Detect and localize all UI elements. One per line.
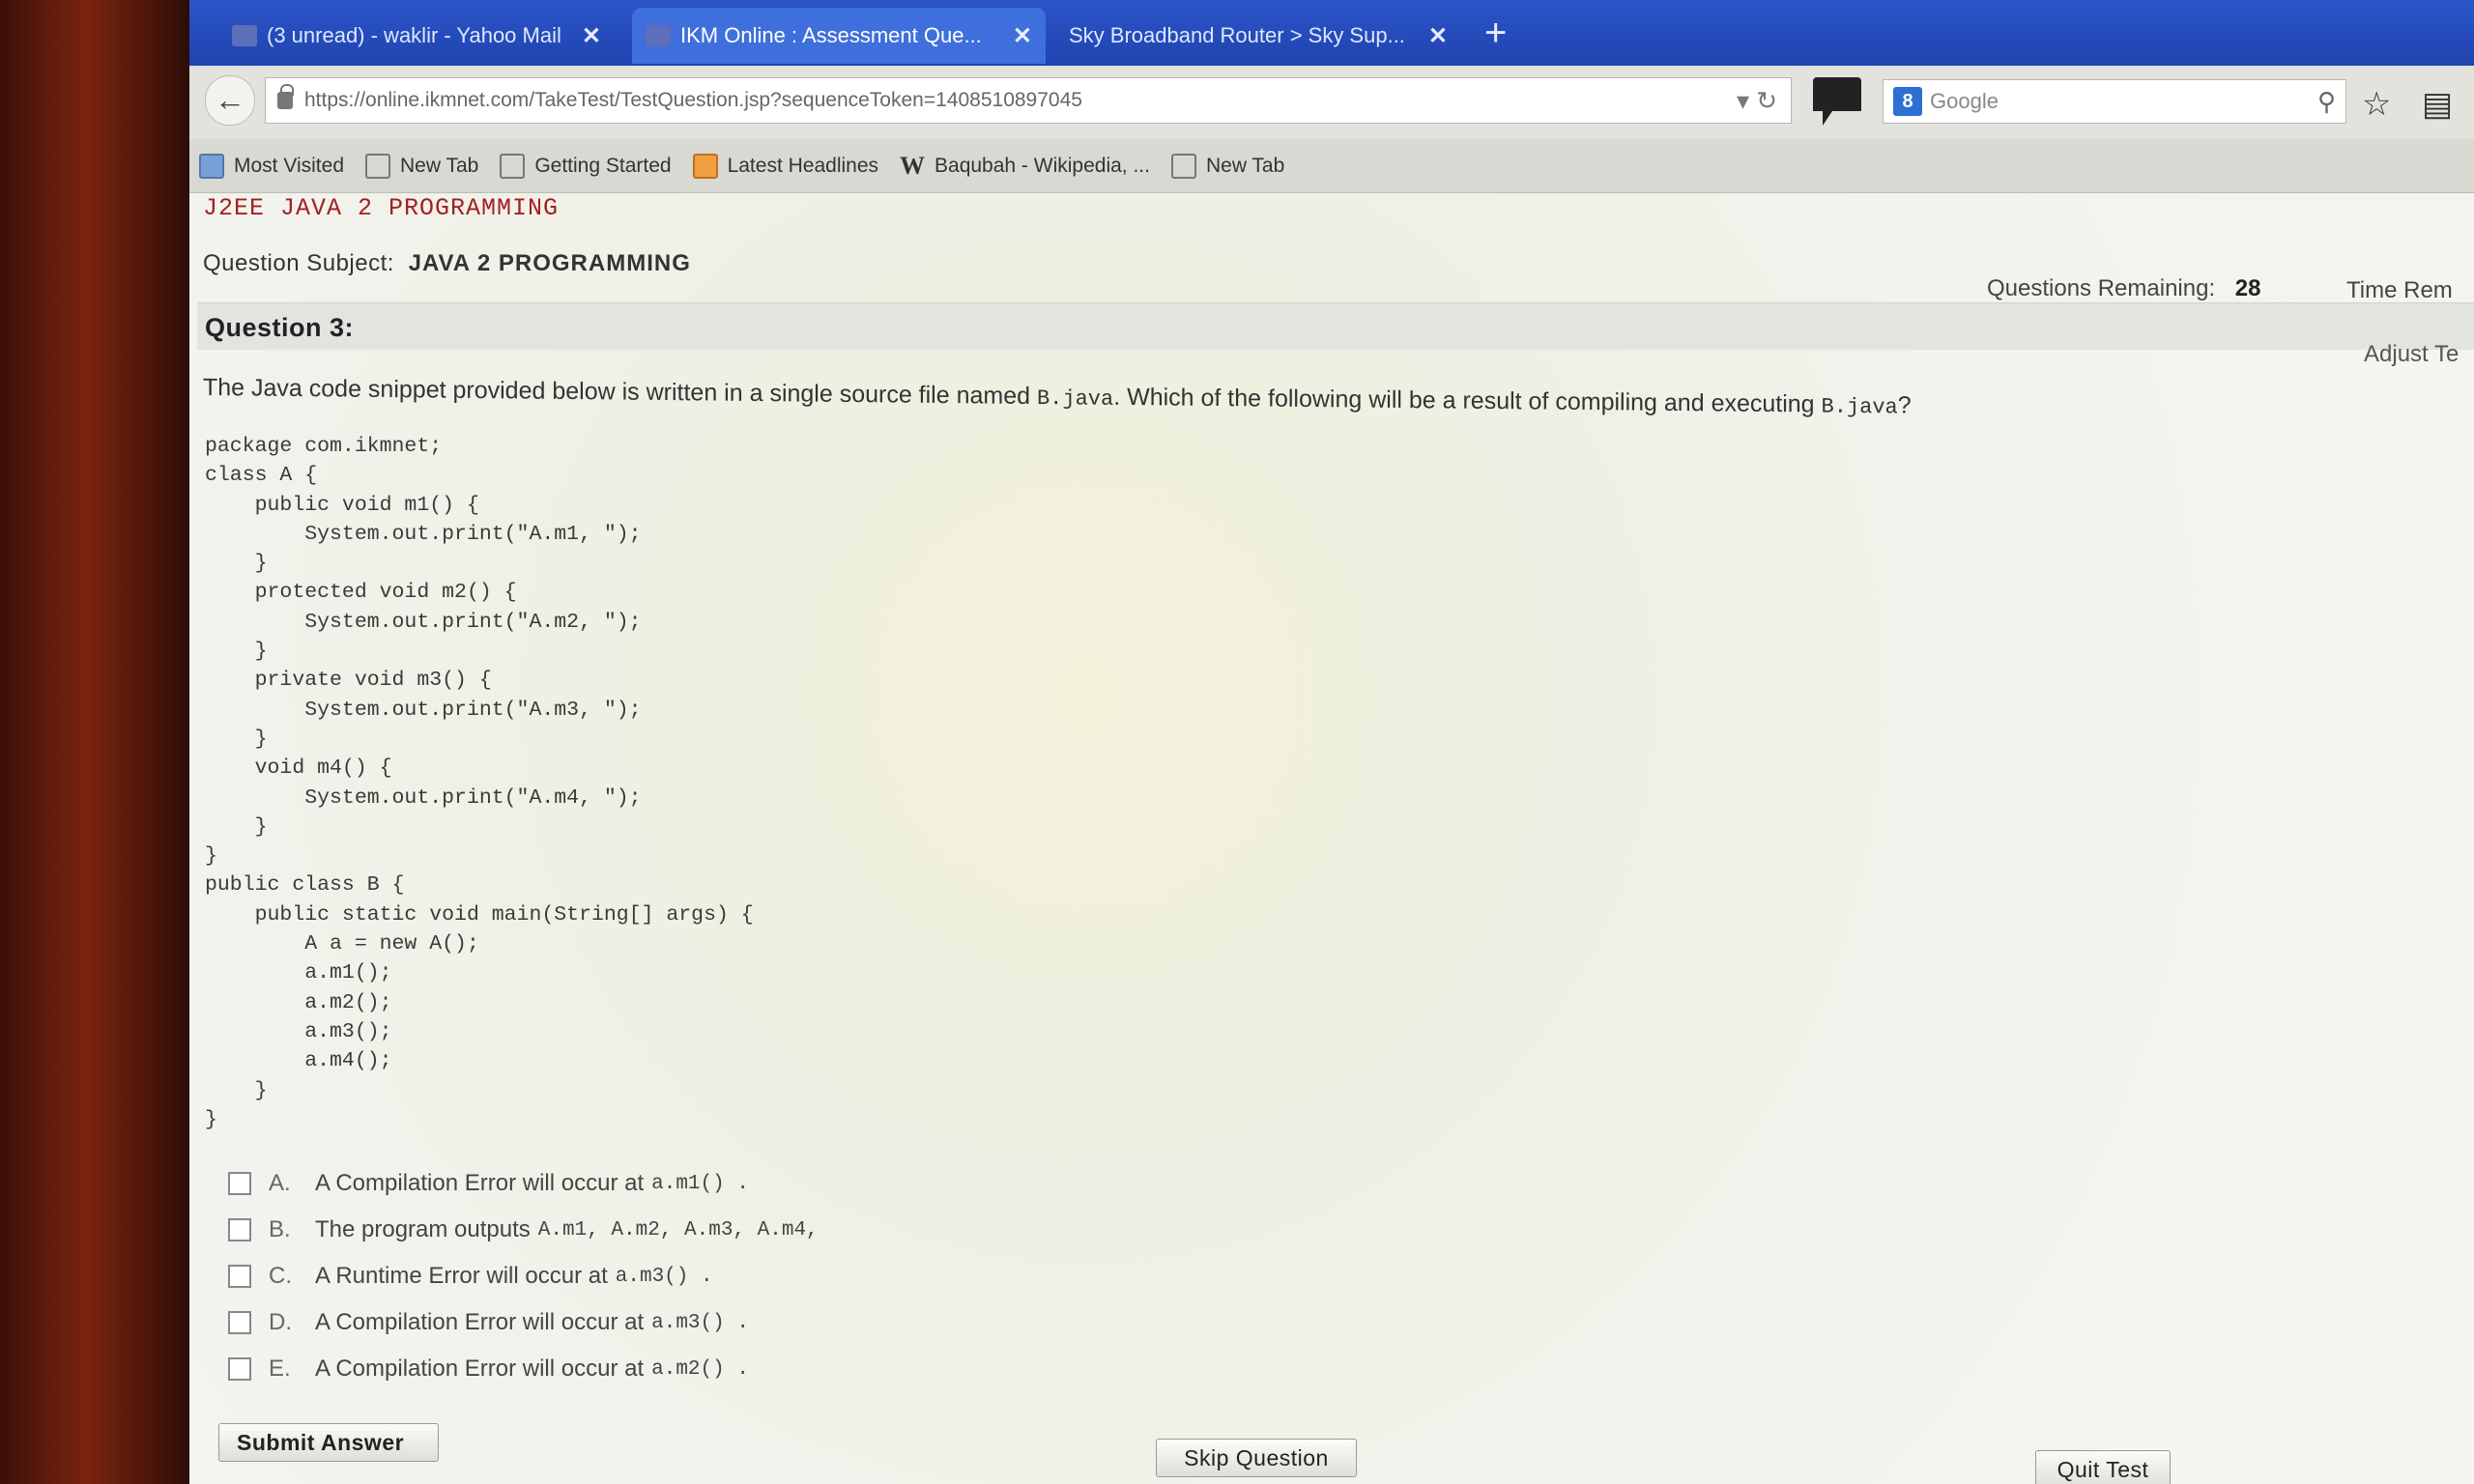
page-title: J2EE JAVA 2 PROGRAMMING [203, 194, 560, 222]
option-text: A Compilation Error will occur at [315, 1170, 645, 1196]
question-text-part: ? [1897, 391, 1912, 419]
bookmark-most-visited[interactable]: Most Visited [199, 153, 344, 179]
checkbox[interactable] [228, 1218, 251, 1241]
option-text: The program outputs [315, 1216, 531, 1242]
bookmark-label: Baqubah - Wikipedia, ... [935, 154, 1150, 177]
subject-value: JAVA 2 PROGRAMMING [408, 250, 691, 276]
wikipedia-icon: W [900, 151, 926, 180]
option-letter: A. [269, 1170, 291, 1196]
google-icon[interactable]: 8 [1893, 87, 1922, 116]
remaining-label: Questions Remaining: [1987, 275, 2216, 301]
bookmark-wikipedia[interactable]: W Baqubah - Wikipedia, ... [900, 152, 1150, 181]
option-letter: C. [269, 1263, 292, 1289]
option-code: a.m2() . [651, 1357, 749, 1381]
mail-icon [232, 25, 257, 46]
rss-icon [692, 153, 718, 179]
bookmark-getting-started[interactable]: Getting Started [500, 153, 672, 179]
option-code: A.m1, A.m2, A.m3, A.m4, [537, 1218, 819, 1241]
option-text: A Runtime Error will occur at [315, 1263, 608, 1289]
remaining-count: 28 [2234, 275, 2261, 301]
option-b[interactable]: B. The program outputs A.m1, A.m2, A.m3,… [228, 1207, 1678, 1253]
subject-label: Question Subject: [203, 250, 394, 276]
question-text-part: The Java code snippet provided below is … [203, 374, 1037, 411]
tab-strip: (3 unread) - waklir - Yahoo Mail ✕ IKM O… [189, 0, 2474, 66]
file-name: B.java [1821, 394, 1898, 420]
tab-title: IKM Online : Assessment Que... [680, 23, 982, 47]
page-icon [1170, 153, 1196, 179]
navigation-bar: ← https://online.ikmnet.com/TakeTest/Tes… [189, 66, 2474, 140]
bookmark-label: Getting Started [534, 154, 672, 177]
tab-yahoo-mail[interactable]: (3 unread) - waklir - Yahoo Mail ✕ [218, 8, 615, 64]
question-text: The Java code snippet provided below is … [203, 374, 2455, 425]
option-c[interactable]: C. A Runtime Error will occur at a.m3() … [228, 1253, 1678, 1299]
option-code: a.m3() . [615, 1265, 713, 1288]
close-icon[interactable]: ✕ [1013, 22, 1032, 50]
url-text: https://online.ikmnet.com/TakeTest/TestQ… [304, 89, 1082, 111]
checkbox[interactable] [228, 1311, 251, 1334]
option-letter: B. [269, 1216, 291, 1242]
folder-icon [199, 153, 224, 179]
back-arrow-icon[interactable]: ← [205, 75, 255, 126]
option-d[interactable]: D. A Compilation Error will occur at a.m… [228, 1299, 1678, 1346]
search-icon[interactable]: ⚲ [2317, 87, 2336, 117]
submit-answer-button[interactable]: Submit Answer [218, 1423, 439, 1462]
time-remaining-label: Time Rem [2346, 277, 2453, 303]
question-title: Question 3: [205, 313, 355, 342]
lock-icon [277, 84, 294, 109]
tab-title: (3 unread) - waklir - Yahoo Mail [267, 23, 561, 47]
test-page: J2EE JAVA 2 PROGRAMMING Question Subject… [189, 194, 2474, 1484]
option-code: a.m3() . [651, 1311, 749, 1334]
option-code: a.m1() . [651, 1172, 749, 1195]
option-letter: D. [269, 1309, 292, 1335]
search-input[interactable]: 8 Google ⚲ [1883, 79, 2346, 124]
page-icon [500, 153, 526, 179]
browser-window: (3 unread) - waklir - Yahoo Mail ✕ IKM O… [189, 0, 2474, 1484]
file-name: B.java [1036, 386, 1114, 412]
close-icon[interactable]: ✕ [1428, 22, 1448, 50]
checkbox[interactable] [228, 1265, 251, 1288]
bookmark-label: New Tab [400, 154, 479, 177]
quit-test-button[interactable]: Quit Test [2035, 1450, 2171, 1484]
bookmarks-toolbar: Most Visited New Tab Getting Started Lat… [189, 139, 2474, 193]
ikm-icon [646, 25, 671, 46]
bookmark-new-tab-2[interactable]: New Tab [1170, 153, 1285, 179]
option-letter: E. [269, 1356, 291, 1382]
bookmark-label: New Tab [1205, 154, 1285, 177]
close-icon[interactable]: ✕ [582, 22, 601, 50]
new-tab-icon[interactable]: + [1484, 12, 1507, 55]
tab-sky-broadband[interactable]: Sky Broadband Router > Sky Sup... ✕ [1055, 8, 1461, 64]
tab-ikm-assessment[interactable]: IKM Online : Assessment Que... ✕ [632, 8, 1046, 64]
questions-remaining: Questions Remaining: 28 [1987, 275, 2261, 302]
reload-icon[interactable]: ▾ ↻ [1737, 86, 1777, 116]
option-text: A Compilation Error will occur at [315, 1356, 645, 1382]
checkbox[interactable] [228, 1357, 251, 1381]
tab-title: Sky Broadband Router > Sky Sup... [1069, 23, 1405, 47]
page-icon [365, 153, 390, 179]
bookmark-label: Most Visited [234, 154, 344, 177]
monitor-bezel [0, 0, 193, 1484]
question-header-bar: Question 3: [197, 302, 2474, 350]
option-text: A Compilation Error will occur at [315, 1309, 645, 1335]
clipboard-icon[interactable]: ▤ [2422, 85, 2453, 124]
bookmark-new-tab[interactable]: New Tab [365, 153, 479, 179]
skip-question-button[interactable]: Skip Question [1156, 1439, 1357, 1477]
address-bar[interactable]: https://online.ikmnet.com/TakeTest/TestQ… [265, 77, 1792, 124]
answer-options: A. A Compilation Error will occur at a.m… [228, 1160, 1678, 1392]
checkbox[interactable] [228, 1172, 251, 1195]
bookmark-label: Latest Headlines [727, 154, 879, 177]
flag-icon[interactable] [1813, 77, 1861, 126]
option-a[interactable]: A. A Compilation Error will occur at a.m… [228, 1160, 1678, 1207]
option-e[interactable]: E. A Compilation Error will occur at a.m… [228, 1346, 1678, 1392]
bookmark-star-icon[interactable]: ☆ [2362, 85, 2391, 124]
adjust-text-size-link[interactable]: Adjust Te [2364, 341, 2459, 368]
question-text-part: . Which of the following will be a resul… [1113, 383, 1822, 418]
code-snippet: package com.ikmnet; class A { public voi… [205, 435, 754, 1131]
search-engine-label: Google [1930, 89, 1999, 113]
bookmark-latest-headlines[interactable]: Latest Headlines [692, 153, 879, 179]
